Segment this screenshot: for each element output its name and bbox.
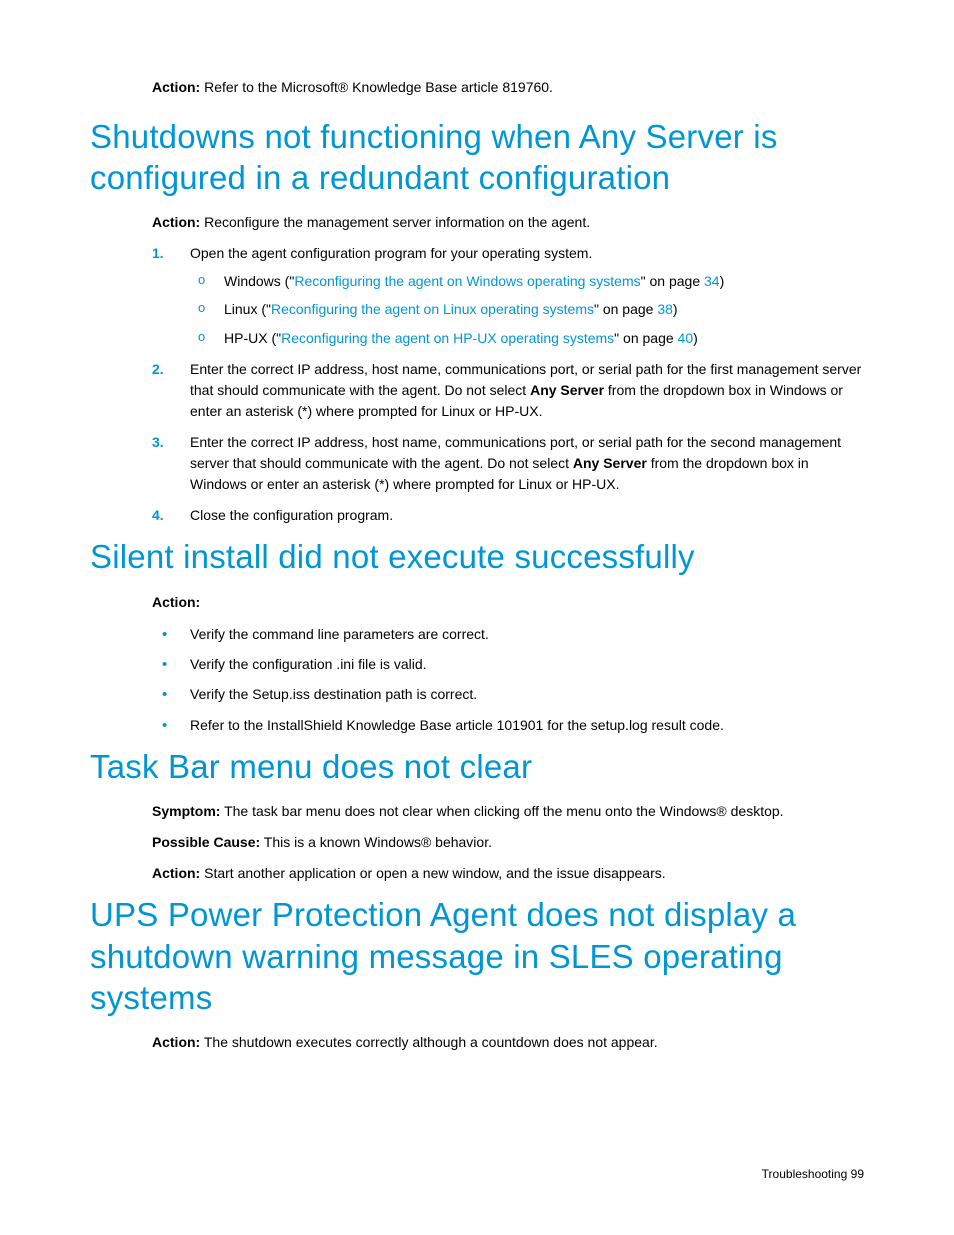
page-ref[interactable]: 34: [704, 273, 720, 289]
list-item: • Verify the configuration .ini file is v…: [152, 653, 864, 675]
link-hpux[interactable]: Reconfiguring the agent on HP-UX operati…: [281, 330, 614, 346]
action-label: Action:: [152, 214, 200, 230]
heading-silent-install: Silent install did not execute successfu…: [90, 536, 864, 577]
step-2: 2. Enter the correct IP address, host na…: [152, 359, 864, 422]
action-line: Action: The shutdown executes correctly …: [152, 1032, 864, 1053]
bullet-text: Verify the configuration .ini file is va…: [190, 656, 427, 672]
cause-label: Possible Cause:: [152, 834, 260, 850]
footer-section: Troubleshooting: [762, 1167, 848, 1181]
bullet-text: Verify the command line parameters are c…: [190, 626, 489, 642]
action-label: Action:: [152, 79, 200, 95]
section-taskbar-body: Symptom: The task bar menu does not clea…: [152, 801, 864, 884]
step-3: 3. Enter the correct IP address, host na…: [152, 432, 864, 495]
bullet-text: Refer to the InstallShield Knowledge Bas…: [190, 717, 724, 733]
link-linux[interactable]: Reconfiguring the agent on Linux operati…: [271, 301, 594, 317]
heading-shutdowns: Shutdowns not functioning when Any Serve…: [90, 116, 864, 199]
document-page: Action: Refer to the Microsoft® Knowledg…: [0, 0, 954, 1235]
sub-item-linux: o Linux ("Reconfiguring the agent on Lin…: [190, 298, 864, 320]
step-number: 2.: [152, 359, 164, 380]
action-label: Action:: [152, 594, 200, 610]
footer-page: 99: [851, 1167, 864, 1181]
step-text: Close the configuration program.: [190, 507, 393, 523]
list-item: • Verify the Setup.iss destination path i…: [152, 683, 864, 705]
symptom-line: Symptom: The task bar menu does not clea…: [152, 801, 864, 822]
sub-marker: o: [198, 327, 205, 348]
sub-pre: Windows (": [224, 273, 294, 289]
step-text: Open the agent configuration program for…: [190, 245, 592, 261]
sub-end: ): [720, 273, 725, 289]
sub-pre: HP-UX (": [224, 330, 281, 346]
sub-marker: o: [198, 298, 205, 319]
sub-end: ): [693, 330, 698, 346]
sub-marker: o: [198, 270, 205, 291]
action-text: Reconfigure the management server inform…: [200, 214, 590, 230]
action-line: Action: Reconfigure the management serve…: [152, 212, 864, 233]
section-ups-body: Action: The shutdown executes correctly …: [152, 1032, 864, 1053]
action-line: Action:: [152, 592, 864, 613]
page-ref[interactable]: 40: [678, 330, 694, 346]
page-ref[interactable]: 38: [657, 301, 673, 317]
bullet-icon: •: [162, 653, 167, 677]
any-server-bold: Any Server: [530, 382, 604, 398]
step-number: 3.: [152, 432, 164, 453]
action-bullets: • Verify the command line parameters are …: [152, 623, 864, 737]
bullet-icon: •: [162, 683, 167, 707]
symptom-label: Symptom:: [152, 803, 220, 819]
symptom-text: The task bar menu does not clear when cl…: [220, 803, 783, 819]
heading-taskbar: Task Bar menu does not clear: [90, 746, 864, 787]
section-silent-body: Action: • Verify the command line paramet…: [152, 592, 864, 737]
bullet-text: Verify the Setup.iss destination path is…: [190, 686, 477, 702]
action-text: The shutdown executes correctly although…: [200, 1034, 657, 1050]
action-label: Action:: [152, 865, 200, 881]
step-number: 1.: [152, 243, 164, 264]
any-server-bold: Any Server: [573, 455, 647, 471]
os-sublist: o Windows ("Reconfiguring the agent on W…: [190, 270, 864, 349]
section-shutdowns-body: Action: Reconfigure the management serve…: [152, 212, 864, 526]
action-text: Refer to the Microsoft® Knowledge Base a…: [200, 79, 553, 95]
sub-mid: " on page: [594, 301, 657, 317]
sub-end: ): [673, 301, 678, 317]
sub-item-windows: o Windows ("Reconfiguring the agent on W…: [190, 270, 864, 292]
sub-mid: " on page: [614, 330, 677, 346]
action-line: Action: Start another application or ope…: [152, 863, 864, 884]
list-item: • Refer to the InstallShield Knowledge Ba…: [152, 714, 864, 736]
cause-line: Possible Cause: This is a known Windows®…: [152, 832, 864, 853]
cause-text: This is a known Windows® behavior.: [260, 834, 492, 850]
action-text: Start another application or open a new …: [200, 865, 665, 881]
bullet-icon: •: [162, 623, 167, 647]
bullet-icon: •: [162, 714, 167, 738]
sub-item-hpux: o HP-UX ("Reconfiguring the agent on HP-…: [190, 327, 864, 349]
link-windows[interactable]: Reconfiguring the agent on Windows opera…: [294, 273, 640, 289]
step-1: 1. Open the agent configuration program …: [152, 243, 864, 349]
sub-mid: " on page: [641, 273, 704, 289]
ordered-steps: 1. Open the agent configuration program …: [152, 243, 864, 526]
action-label: Action:: [152, 1034, 200, 1050]
list-item: • Verify the command line parameters are …: [152, 623, 864, 645]
heading-ups: UPS Power Protection Agent does not disp…: [90, 894, 864, 1018]
page-footer: Troubleshooting 99: [762, 1167, 864, 1181]
step-4: 4. Close the configuration program.: [152, 505, 864, 526]
top-action-line: Action: Refer to the Microsoft® Knowledg…: [152, 78, 864, 98]
sub-pre: Linux (": [224, 301, 271, 317]
step-number: 4.: [152, 505, 164, 526]
